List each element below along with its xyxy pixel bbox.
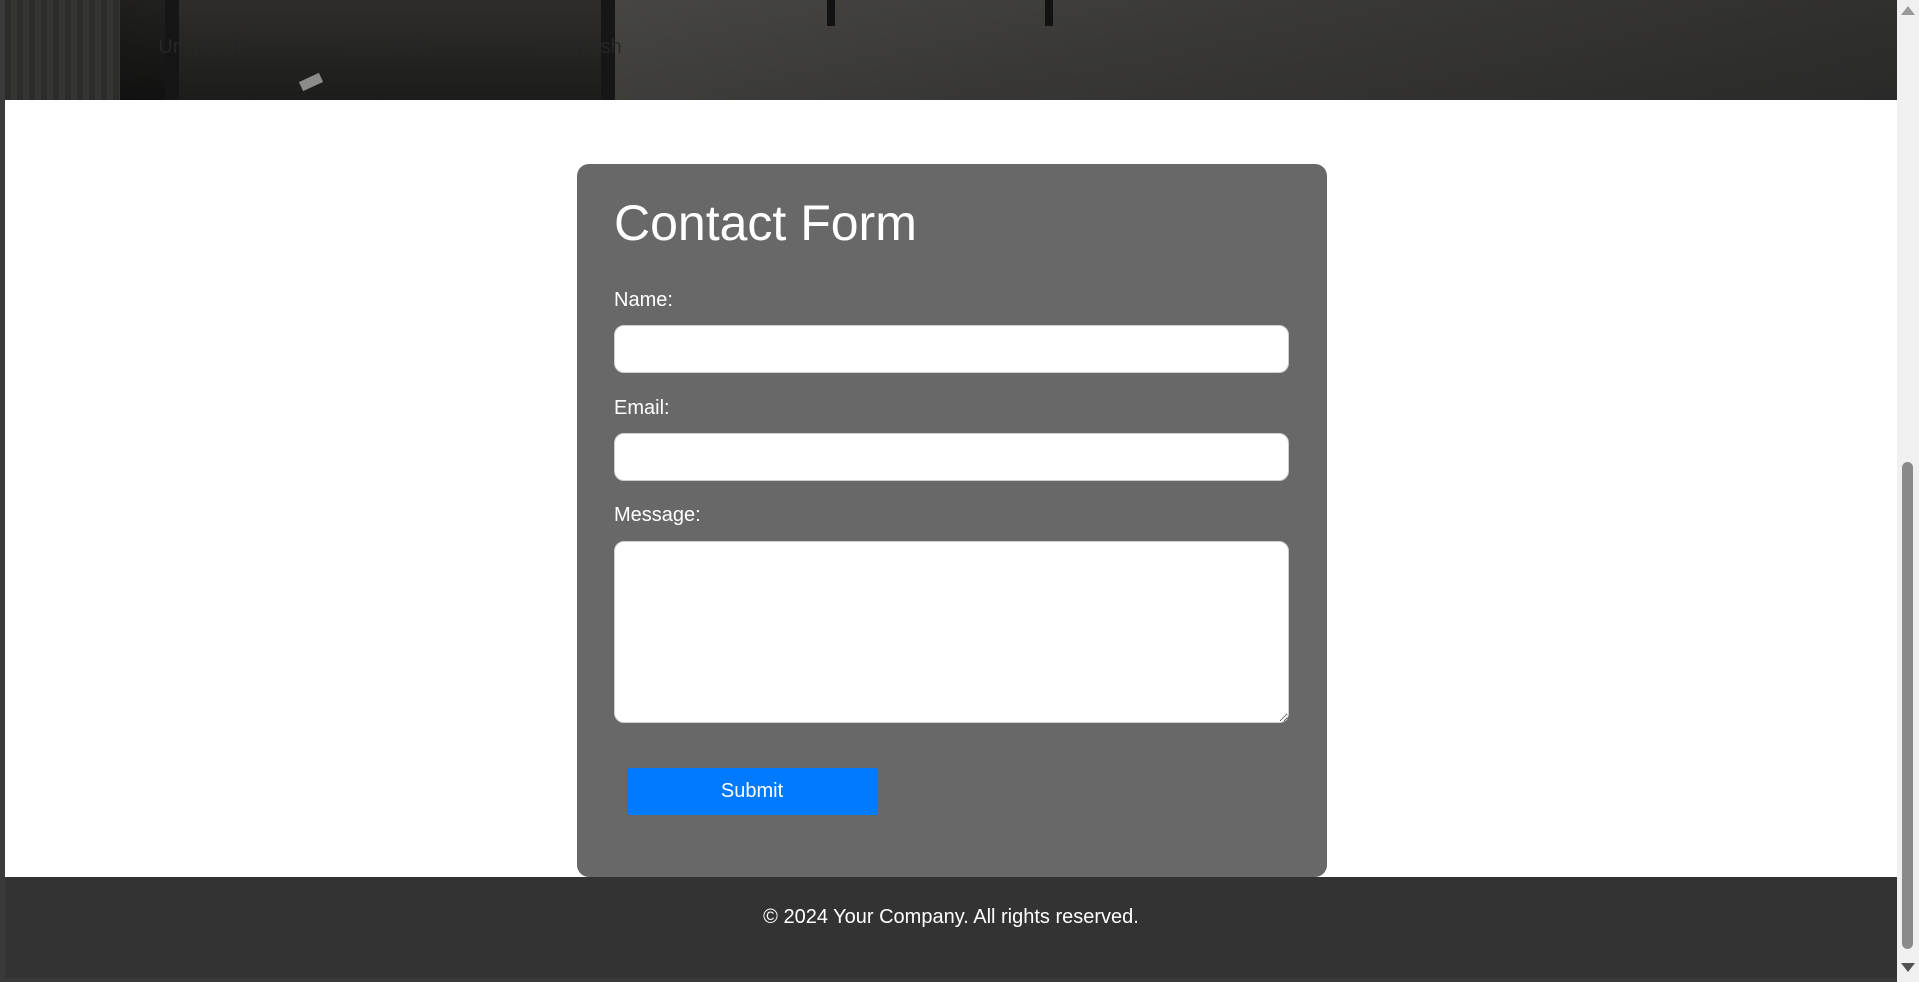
hero-chair-leg	[827, 0, 835, 26]
name-label: Name:	[614, 289, 673, 311]
page-viewport: Unsplash Unsplash Unsplash Contact Form …	[5, 0, 1897, 978]
form-title: Contact Form	[614, 195, 917, 251]
name-input[interactable]	[614, 325, 1289, 373]
hero-chair-leg	[1045, 0, 1053, 26]
hero-banner: Unsplash Unsplash Unsplash	[5, 0, 1897, 100]
email-label: Email:	[614, 397, 670, 419]
hero-nav-link[interactable]: Unsplash	[105, 36, 295, 59]
window-bottom-edge	[0, 978, 1897, 982]
submit-button[interactable]: Submit	[627, 768, 877, 815]
email-input[interactable]	[614, 433, 1289, 481]
message-textarea[interactable]	[614, 541, 1289, 723]
hero-nav-link[interactable]: Unsplash	[295, 36, 485, 59]
footer-copyright: © 2024 Your Company. All rights reserved…	[763, 906, 1139, 928]
hero-nav-link[interactable]: Unsplash	[485, 36, 675, 59]
scroll-down-arrow-icon[interactable]	[1901, 963, 1915, 972]
scroll-thumb[interactable]	[1902, 462, 1913, 949]
scroll-up-arrow-icon[interactable]	[1901, 6, 1915, 15]
vertical-scrollbar[interactable]	[1897, 0, 1919, 982]
message-label: Message:	[614, 504, 701, 526]
hero-nav: Unsplash Unsplash Unsplash	[5, 36, 675, 59]
footer: © 2024 Your Company. All rights reserved…	[5, 877, 1897, 978]
hero-floor	[615, 0, 1897, 100]
contact-form: Contact Form Name: Email: Message: Submi…	[577, 164, 1327, 877]
